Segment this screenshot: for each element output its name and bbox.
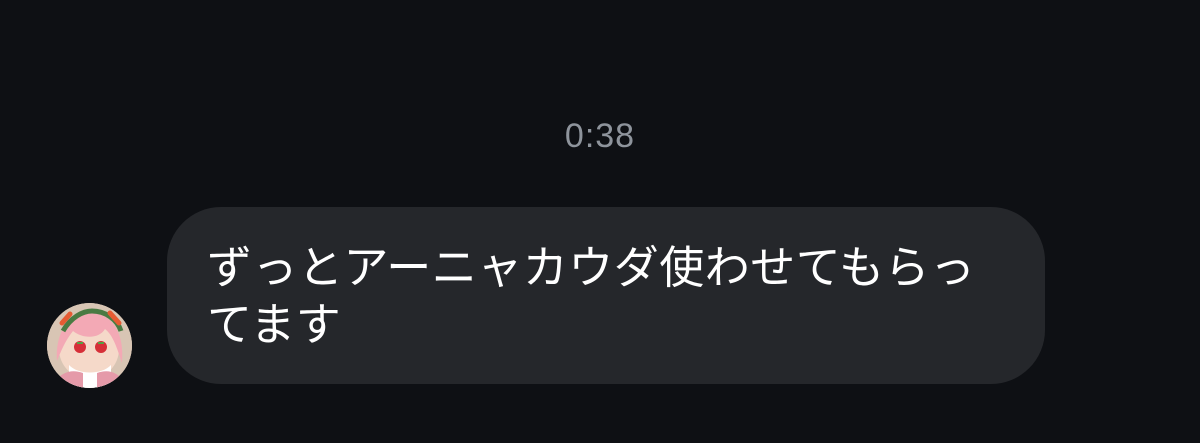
- avatar[interactable]: [47, 303, 132, 388]
- incoming-message: ずっとアーニャカウダ使わせてもらってます: [47, 207, 1047, 388]
- chat-view: 0:38 ずっとアーニャカウダ使わせてもらってます: [0, 0, 1200, 443]
- message-bubble[interactable]: ずっとアーニャカウダ使わせてもらってます: [167, 207, 1045, 384]
- message-text: ずっとアーニャカウダ使わせてもらってます: [207, 241, 976, 351]
- message-timestamp: 0:38: [564, 117, 636, 155]
- avatar-image: [47, 303, 132, 388]
